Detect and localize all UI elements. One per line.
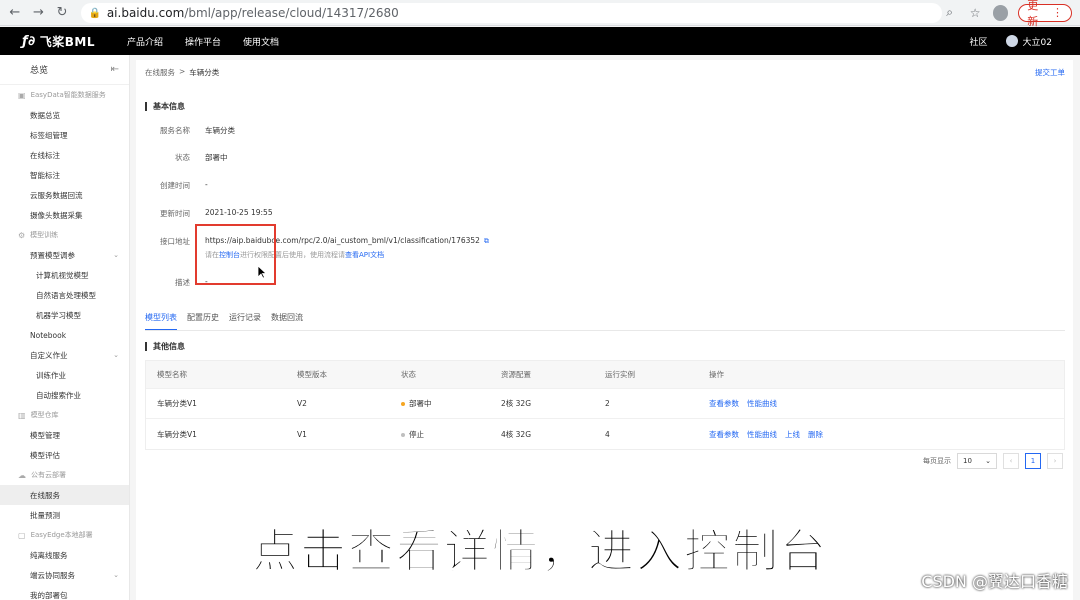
nav-platform[interactable]: 操作平台 — [185, 35, 221, 48]
breadcrumb-current: 车辆分类 — [189, 68, 220, 77]
sidebar-item-camera-collect[interactable]: 摄像头数据采集 — [0, 205, 129, 225]
user-name: 大立02 — [1022, 37, 1052, 48]
collapse-icon[interactable]: ⇤ — [111, 64, 119, 75]
tab-run-records[interactable]: 运行记录 — [229, 312, 261, 331]
next-page-button[interactable]: › — [1047, 453, 1063, 469]
user-menu[interactable]: 大立02 — [1005, 35, 1052, 48]
prev-page-button[interactable]: ‹ — [1003, 453, 1019, 469]
table-row: 车辆分类V1 V2 部署中 2核 32G 2 查看参数 性能曲线 — [146, 389, 1064, 419]
status-text: 停止 — [409, 429, 424, 439]
sidebar-title: 总览 — [30, 66, 49, 76]
logo[interactable]: ƒ∂ 飞桨BML — [22, 33, 95, 50]
breadcrumb: 在线服务 > 车辆分类 — [145, 67, 219, 78]
chevron-down-icon: ⌄ — [985, 457, 991, 465]
chevron-down-icon: ⌄ — [113, 351, 119, 359]
sidebar-item-training-job[interactable]: 训练作业 — [0, 365, 129, 385]
sidebar-item-smart-annotation[interactable]: 智能标注 — [0, 165, 129, 185]
tab-data-reflow[interactable]: 数据回流 — [271, 312, 303, 331]
url-host: ai.baidu.com — [106, 5, 185, 20]
page-size-label: 每页显示 — [923, 457, 951, 465]
gear-icon: ⚙ — [18, 230, 26, 240]
forward-icon[interactable]: → — [30, 4, 48, 22]
model-table: 模型名称 模型版本 状态 资源配置 运行实例 操作 车辆分类V1 V2 部署中 … — [145, 360, 1065, 450]
basic-info-title: 基本信息 — [145, 102, 185, 111]
sidebar-item-preset-tuning[interactable]: 预置模型调参 ⌄ — [0, 245, 129, 265]
sidebar-item-data-reflow[interactable]: 云服务数据回流 — [0, 185, 129, 205]
page-number-button[interactable]: 1 — [1025, 453, 1041, 469]
table-header: 模型名称 模型版本 状态 资源配置 运行实例 操作 — [146, 361, 1064, 389]
address-bar[interactable]: 🔒 ai.baidu.com/bml/app/release/cloud/143… — [80, 2, 942, 23]
table-row: 车辆分类V1 V1 停止 4核 32G 4 查看参数 性能曲线 上线 删除 — [157, 429, 823, 440]
paddle-logo-icon: ƒ∂ — [22, 33, 36, 49]
data-icon: ▣ — [18, 90, 26, 100]
top-nav: ƒ∂ 飞桨BML 产品介绍 操作平台 使用文档 社区 大立02 — [0, 27, 1080, 55]
lock-icon: 🔒 — [88, 7, 102, 19]
status-dot — [401, 432, 405, 437]
copy-icon[interactable]: ⧉ — [484, 237, 489, 245]
sidebar-item-model-manage[interactable]: 模型管理 — [0, 425, 129, 445]
sidebar-item-label-groups[interactable]: 标签组管理 — [0, 125, 129, 145]
sidebar-item-cv-model[interactable]: 计算机视觉模型 — [0, 265, 129, 285]
delete-button[interactable]: 删除 — [808, 429, 823, 440]
pagination: 每页显示 10 ⌄ ‹ 1 › — [923, 453, 1063, 469]
more-icon: ⋮ — [1051, 6, 1063, 19]
update-button[interactable]: 更新 ⋮ — [1018, 0, 1072, 28]
sidebar-group-model-repo: ▥ 模型仓库 — [18, 410, 59, 420]
update-label: 更新 — [1027, 0, 1039, 28]
tabs-divider — [145, 330, 1065, 331]
zoom-icon[interactable]: ⌕ — [942, 5, 957, 21]
browser-toolbar: ← → ↻ 🔒 ai.baidu.com/bml/app/release/clo… — [0, 0, 1080, 28]
status-dot — [401, 402, 405, 406]
video-subtitle: 点击查看详情，进入控制台 — [252, 524, 828, 579]
tab-bar: 模型列表 配置历史 运行记录 数据回流 — [145, 312, 303, 331]
go-online-button[interactable]: 上线 — [785, 429, 800, 440]
star-icon[interactable]: ☆ — [967, 5, 982, 21]
perf-curve-button[interactable]: 性能曲线 — [747, 398, 777, 409]
chevron-down-icon: ⌄ — [113, 251, 119, 259]
sidebar-item-online-service[interactable]: 在线服务 — [0, 485, 129, 505]
sidebar-overview[interactable]: 总览 ⇤ — [0, 55, 129, 85]
logo-text: 飞桨BML — [39, 34, 95, 49]
profile-avatar[interactable] — [992, 4, 1009, 21]
sidebar-group-easydata: ▣ EasyData智能数据服务 — [18, 90, 106, 100]
submit-ticket-link[interactable]: 提交工单 — [1035, 67, 1065, 78]
sidebar-item-data-overview[interactable]: 数据总览 — [0, 105, 129, 125]
view-params-button[interactable]: 查看参数 — [709, 429, 739, 440]
sidebar-group-cloud-deploy: ☁ 公有云部署 — [18, 470, 66, 480]
status-text: 部署中 — [409, 399, 432, 408]
breadcrumb-separator: > — [179, 67, 186, 76]
cloud-icon: ☁ — [18, 470, 26, 480]
page-size-select[interactable]: 10 ⌄ — [957, 453, 997, 469]
tab-config-history[interactable]: 配置历史 — [187, 312, 219, 331]
nav-docs[interactable]: 使用文档 — [243, 35, 279, 48]
sidebar-item-online-annotation[interactable]: 在线标注 — [0, 145, 129, 165]
tab-model-list[interactable]: 模型列表 — [145, 312, 177, 331]
sidebar-item-ml-model[interactable]: 机器学习模型 — [0, 305, 129, 325]
breadcrumb-online-service[interactable]: 在线服务 — [145, 67, 175, 78]
watermark: CSDN @翼达口香糖 — [921, 572, 1068, 591]
mouse-cursor-icon — [257, 265, 267, 279]
sidebar-item-model-eval[interactable]: 模型评估 — [0, 445, 129, 465]
view-params-button[interactable]: 查看参数 — [709, 398, 739, 409]
reload-icon[interactable]: ↻ — [53, 4, 71, 22]
api-doc-link[interactable]: 查看API文档 — [345, 251, 384, 259]
sidebar-item-notebook[interactable]: Notebook — [0, 325, 129, 345]
sidebar-item-auto-search[interactable]: 自动搜索作业 — [0, 385, 129, 405]
other-info-title: 其他信息 — [145, 342, 185, 351]
sidebar-item-nlp-model[interactable]: 自然语言处理模型 — [0, 285, 129, 305]
url-path: /bml/app/release/cloud/14317/2680 — [184, 5, 399, 20]
sidebar-item-custom-job[interactable]: 自定义作业 ⌄ — [0, 345, 129, 365]
nav-product-intro[interactable]: 产品介绍 — [127, 35, 163, 48]
nav-community[interactable]: 社区 — [970, 35, 988, 48]
back-icon[interactable]: ← — [6, 4, 24, 22]
repo-icon: ▥ — [18, 410, 26, 420]
perf-curve-button[interactable]: 性能曲线 — [747, 429, 777, 440]
sidebar-item-my-packages[interactable]: 我的部署包 — [0, 585, 129, 600]
user-avatar — [1005, 35, 1018, 47]
sidebar-group-training: ⚙ 模型训练 — [18, 230, 59, 240]
